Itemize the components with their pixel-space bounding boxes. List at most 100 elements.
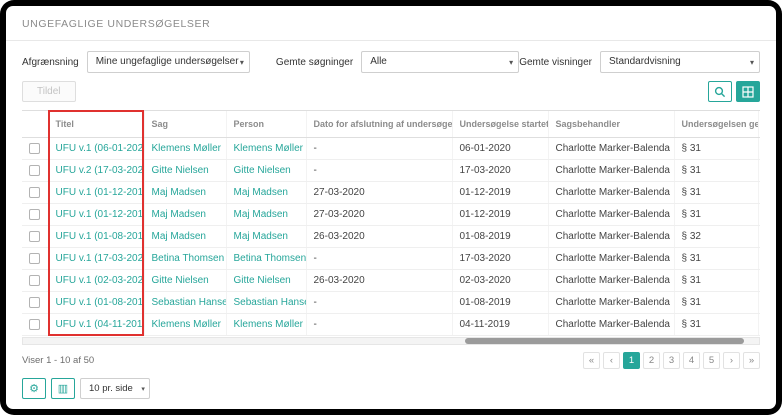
page-size-select[interactable]: 10 pr. side ▾ [80, 378, 150, 399]
pagination-next[interactable]: › [723, 352, 740, 369]
chevron-down-icon: ▾ [239, 58, 244, 67]
columns-button[interactable]: ▥ [51, 378, 75, 399]
column-header-sagsbehandler[interactable]: Sagsbehandler [547, 110, 674, 138]
column-label: Titel [55, 119, 74, 129]
cell-titel[interactable]: UFU v.1 (02-03-2020) [56, 275, 145, 286]
cell-sag[interactable]: Klemens Møller [152, 319, 221, 330]
row-checkbox[interactable] [29, 252, 40, 264]
row-checkbox[interactable] [29, 186, 40, 198]
table-tools [708, 81, 760, 102]
row-checkbox[interactable] [29, 230, 40, 242]
cell-afslutning_dato: - [313, 297, 317, 308]
gemte-soegninger-value: Alle [370, 56, 387, 67]
chevron-down-icon: ▾ [509, 58, 514, 67]
column-label: Undersøgelsen gennemført efter [681, 119, 759, 129]
cell-cutoff [757, 313, 760, 336]
gemte-soegninger-select[interactable]: Alle ▾ [361, 51, 520, 73]
cell-gennemfoert_efter: § 31 [681, 297, 701, 308]
column-header-afslutning[interactable]: Dato for afslutning af undersøgelsen [305, 110, 453, 138]
cell-sagsbehandler: Charlotte Marker-Balenda [555, 209, 671, 220]
row-checkbox[interactable] [29, 164, 40, 176]
column-label: Sag [151, 119, 169, 129]
search-button[interactable] [708, 81, 732, 102]
cell-sag[interactable]: Maj Madsen [152, 187, 206, 198]
column-header-person[interactable]: Person [225, 110, 306, 138]
cell-cutoff [757, 203, 760, 226]
gemte-soegninger-label: Gemte søgninger [275, 56, 354, 68]
cell-sag[interactable]: Sebastian Hansen [152, 297, 227, 308]
cell-titel[interactable]: UFU v.1 (01-12-2019) [56, 187, 145, 198]
cell-titel[interactable]: UFU v.1 (01-12-2019) [56, 209, 145, 220]
chevron-down-icon: ▾ [749, 58, 754, 67]
pagination-page-5[interactable]: 5 [703, 352, 720, 369]
pagination-last[interactable]: » [743, 352, 760, 369]
row-checkbox[interactable] [29, 208, 40, 220]
cell-sag[interactable]: Maj Madsen [152, 209, 206, 220]
cell-afslutning_dato: 26-03-2020 [313, 275, 365, 286]
cell-gennemfoert_efter: § 31 [681, 253, 701, 264]
pagination-first[interactable]: « [583, 352, 600, 369]
cell-cutoff [757, 137, 760, 160]
cell-sag[interactable]: Gitte Nielsen [152, 275, 209, 286]
columns-icon: ▥ [57, 383, 69, 395]
cell-startet_dato: 02-03-2020 [459, 275, 511, 286]
cell-titel[interactable]: UFU v.1 (06-01-2020) [56, 143, 145, 154]
pagination-page-2[interactable]: 2 [643, 352, 660, 369]
cell-afslutning_dato: 27-03-2020 [313, 209, 365, 220]
afgraensning-select[interactable]: Mine ungefaglige undersøgelser ▾ [86, 51, 250, 73]
column-header-titel[interactable]: Titel [47, 110, 144, 138]
cell-afslutning_dato: - [313, 319, 317, 330]
cell-person[interactable]: Sebastian Hansen [234, 297, 307, 308]
cell-afslutning_dato: - [313, 253, 317, 264]
cell-person[interactable]: Maj Madsen [234, 231, 288, 242]
cell-person[interactable]: Betina Thomsen [234, 253, 307, 264]
gemte-visninger-group: Gemte visninger Standardvisning ▾ [519, 51, 760, 73]
table-row: UFU v.1 (01-08-2019) Sebastian Hansen Seba… [22, 291, 760, 314]
column-header-sag[interactable]: Sag [143, 110, 226, 138]
pagination-prev[interactable]: ‹ [603, 352, 620, 369]
settings-button[interactable]: ⚙ [22, 378, 46, 399]
cell-sagsbehandler: Charlotte Marker-Balenda [555, 297, 671, 308]
cell-person[interactable]: Maj Madsen [234, 187, 288, 198]
cell-titel[interactable]: UFU v.1 (17-03-2020) [56, 253, 145, 264]
results-footer: Viser 1 - 10 af 50 « ‹ 1 2 3 4 5 › » [22, 352, 760, 369]
row-checkbox[interactable] [29, 296, 40, 308]
column-header-startet[interactable]: Undersøgelse startet dato [451, 110, 548, 138]
cell-person[interactable]: Maj Madsen [234, 209, 288, 220]
grid-view-button[interactable] [736, 81, 760, 102]
filter-bar: Afgrænsning Mine ungefaglige undersøgels… [22, 41, 760, 77]
cell-gennemfoert_efter: § 32 [681, 231, 701, 242]
cell-titel[interactable]: UFU v.2 (17-03-2020) [56, 165, 145, 176]
cell-cutoff [757, 159, 760, 182]
table-row: UFU v.1 (17-03-2020) Betina Thomsen Betina… [22, 247, 760, 270]
app-window: UNGEFAGLIGE UNDERSØGELSER Afgrænsning Mi… [6, 6, 776, 409]
cell-titel[interactable]: UFU v.1 (01-08-2019) [56, 297, 145, 308]
results-table: Titel Sag Person Dato for afslutning af … [22, 110, 760, 336]
cell-sag[interactable]: Klemens Møller [152, 143, 221, 154]
row-checkbox[interactable] [29, 318, 40, 330]
tildel-button[interactable]: Tildel [22, 81, 76, 102]
cell-startet_dato: 01-12-2019 [459, 187, 511, 198]
row-checkbox[interactable] [29, 274, 40, 286]
pagination-page-3[interactable]: 3 [663, 352, 680, 369]
pagination-page-1[interactable]: 1 [623, 352, 640, 369]
pagination-page-4[interactable]: 4 [683, 352, 700, 369]
cell-person[interactable]: Gitte Nielsen [234, 275, 291, 286]
cell-cutoff [757, 269, 760, 292]
cell-sag[interactable]: Maj Madsen [152, 231, 206, 242]
cell-sag[interactable]: Betina Thomsen [152, 253, 225, 264]
cell-person[interactable]: Gitte Nielsen [234, 165, 291, 176]
cell-startet_dato: 01-12-2019 [459, 209, 511, 220]
cell-person[interactable]: Klemens Møller [234, 319, 303, 330]
cell-sag[interactable]: Gitte Nielsen [152, 165, 209, 176]
table-row: UFU v.1 (06-01-2020) Klemens Møller Klemen… [22, 137, 760, 160]
cell-titel[interactable]: UFU v.1 (04-11-2019) [56, 319, 145, 330]
cell-titel[interactable]: UFU v.1 (01-08-2019) [56, 231, 145, 242]
column-header-gennemfoert[interactable]: Undersøgelsen gennemført efter [673, 110, 759, 138]
column-label: Dato for afslutning af undersøgelsen [313, 119, 453, 129]
row-checkbox[interactable] [29, 142, 40, 154]
scrollbar-thumb[interactable] [464, 338, 745, 344]
cell-cutoff [757, 225, 760, 248]
cell-person[interactable]: Klemens Møller [234, 143, 303, 154]
gemte-visninger-select[interactable]: Standardvisning ▾ [600, 51, 760, 73]
